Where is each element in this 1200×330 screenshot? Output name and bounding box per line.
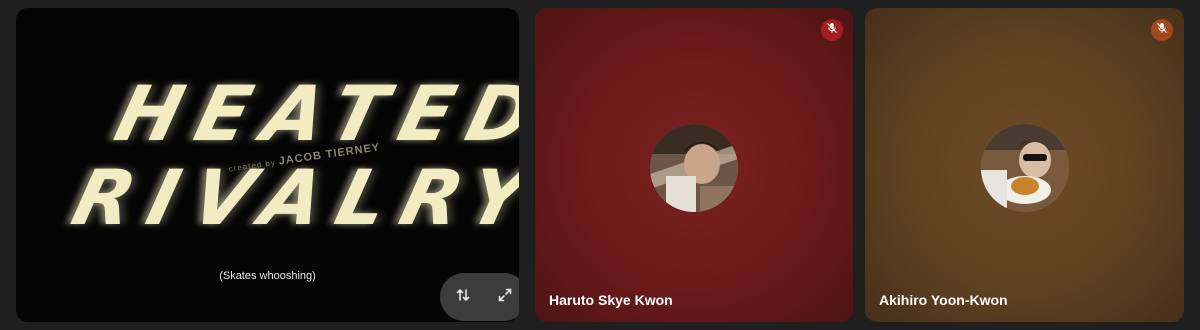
swap-vertical-icon [455,287,471,308]
live-caption: (Skates whooshing) [219,270,316,282]
fullscreen-button[interactable] [487,279,519,315]
fullscreen-icon [497,287,513,308]
avatar [650,124,738,212]
meeting-stage: HEATED RIVALRY created by JACOB TIERNEY … [0,0,1200,330]
tile-controls [440,273,519,321]
participant-tile[interactable]: Haruto Skye Kwon [535,8,853,322]
mic-off-icon [826,21,838,39]
participant-name: Akihiro Yoon-Kwon [879,292,1008,308]
muted-indicator [821,19,843,41]
avatar [981,124,1069,212]
title-line-1: HEATED [107,69,519,158]
mic-off-icon [1156,21,1168,39]
screen-share-tile[interactable]: HEATED RIVALRY created by JACOB TIERNEY … [16,8,519,322]
participant-name: Haruto Skye Kwon [549,292,673,308]
participant-tile[interactable]: Akihiro Yoon-Kwon [865,8,1184,322]
swap-layout-button[interactable] [445,279,481,315]
muted-indicator [1151,19,1173,41]
title-line-2: RIVALRY [64,153,519,242]
